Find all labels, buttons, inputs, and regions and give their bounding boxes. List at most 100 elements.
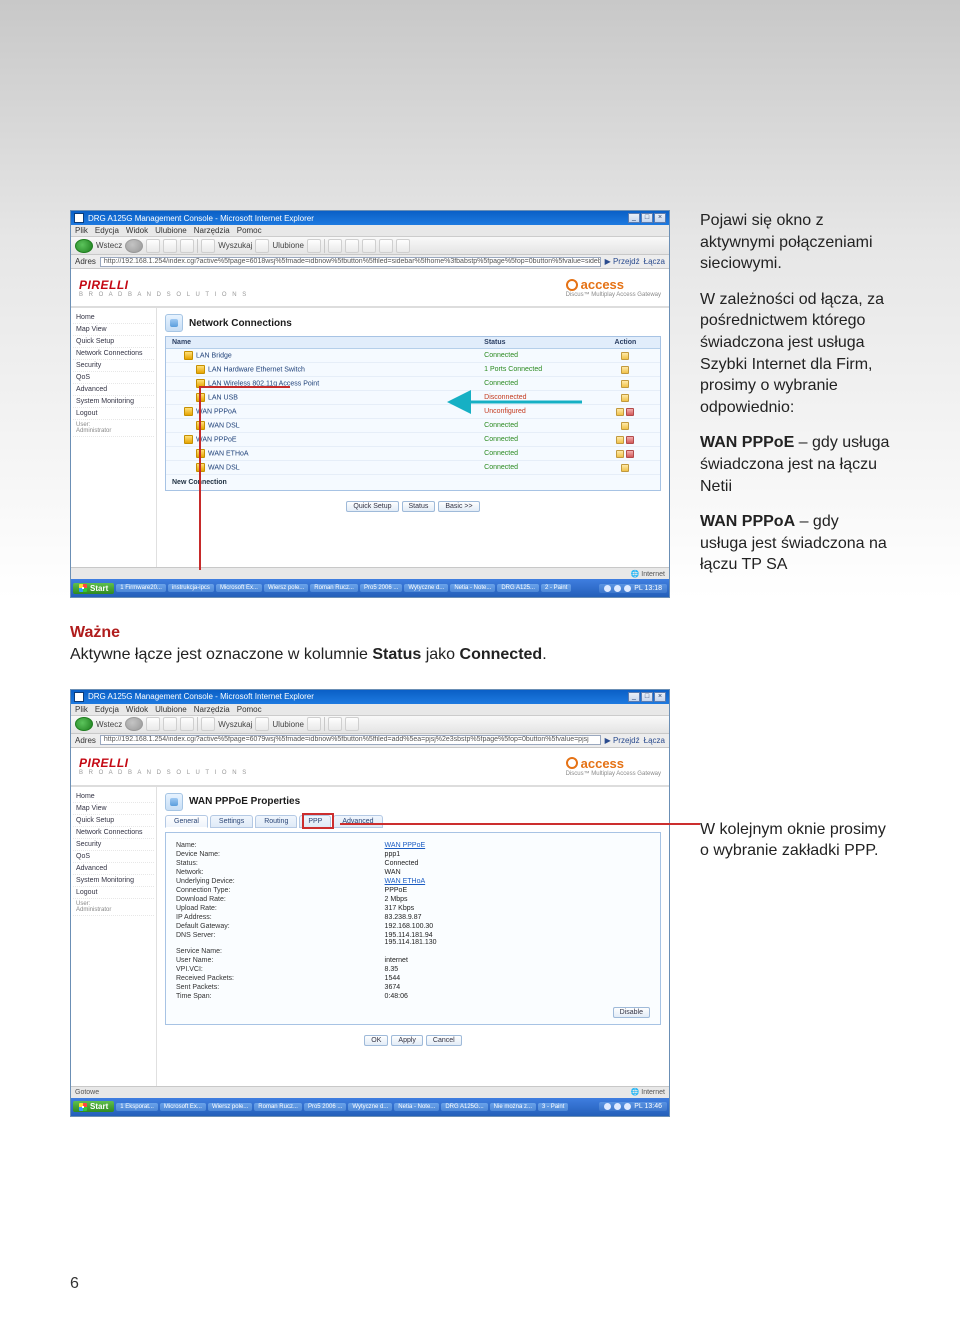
row-name[interactable]: LAN Bridge bbox=[166, 349, 482, 362]
tab-advanced[interactable]: Advanced bbox=[333, 815, 382, 828]
edit-icon[interactable] bbox=[621, 352, 629, 360]
sidebar-item-network-connections[interactable]: Network Connections bbox=[73, 827, 154, 839]
edit-icon[interactable] bbox=[621, 422, 629, 430]
maximize-button[interactable]: □ bbox=[641, 213, 653, 223]
forward-button[interactable] bbox=[125, 239, 143, 253]
table-row[interactable]: WAN PPPoEConnected bbox=[166, 433, 660, 447]
quick-setup-button[interactable]: Quick Setup bbox=[346, 501, 398, 512]
research-button[interactable] bbox=[396, 239, 410, 253]
row-name[interactable]: LAN USB bbox=[166, 391, 482, 404]
menu-favorites[interactable]: Ulubione bbox=[155, 226, 187, 235]
sidebar-item-qos[interactable]: QoS bbox=[73, 372, 154, 384]
start-button[interactable]: Start bbox=[73, 583, 114, 594]
tab-routing[interactable]: Routing bbox=[255, 815, 297, 828]
edit-icon[interactable] bbox=[616, 436, 624, 444]
menu-view[interactable]: Widok bbox=[126, 705, 148, 714]
sidebar-item-network-connections[interactable]: Network Connections bbox=[73, 348, 154, 360]
property-value[interactable]: WAN PPPoE bbox=[385, 842, 650, 849]
delete-icon[interactable] bbox=[626, 436, 634, 444]
back-button[interactable] bbox=[75, 239, 93, 253]
sidebar-item-quick-setup[interactable]: Quick Setup bbox=[73, 336, 154, 348]
sidebar-item-logout[interactable]: Logout bbox=[73, 887, 154, 899]
delete-icon[interactable] bbox=[626, 450, 634, 458]
sidebar-item-map-view[interactable]: Map View bbox=[73, 324, 154, 336]
taskbar-item[interactable]: instrukcja-ipcs bbox=[168, 584, 214, 592]
refresh-button[interactable] bbox=[163, 717, 177, 731]
mail-button[interactable] bbox=[328, 717, 342, 731]
row-name[interactable]: WAN DSL bbox=[166, 461, 482, 474]
favorites-icon[interactable] bbox=[255, 239, 269, 253]
row-name[interactable]: WAN PPPoE bbox=[166, 433, 482, 446]
taskbar-item[interactable]: 3 - Paint bbox=[538, 1103, 568, 1111]
row-name[interactable]: WAN DSL bbox=[166, 419, 482, 432]
close-button[interactable]: × bbox=[654, 213, 666, 223]
print-button[interactable] bbox=[345, 239, 359, 253]
taskbar-item[interactable]: 2 - Paint bbox=[541, 584, 571, 592]
sidebar-item-map-view[interactable]: Map View bbox=[73, 803, 154, 815]
go-button[interactable]: ▶ Przejdź bbox=[605, 736, 640, 745]
taskbar-item[interactable]: Microsoft Ex... bbox=[216, 584, 262, 592]
table-row[interactable]: WAN PPPoAUnconfigured bbox=[166, 405, 660, 419]
property-value[interactable]: WAN ETHoA bbox=[385, 878, 650, 885]
sidebar-item-home[interactable]: Home bbox=[73, 791, 154, 803]
menu-view[interactable]: Widok bbox=[126, 226, 148, 235]
minimize-button[interactable]: _ bbox=[628, 213, 640, 223]
edit-icon[interactable] bbox=[621, 464, 629, 472]
table-row[interactable]: LAN USBDisconnected bbox=[166, 391, 660, 405]
taskbar-item[interactable]: Roman Rucz... bbox=[254, 1103, 302, 1111]
row-name[interactable]: LAN Hardware Ethernet Switch bbox=[166, 363, 482, 376]
search-icon[interactable] bbox=[201, 717, 215, 731]
taskbar-item[interactable]: Pro5 2006 ... bbox=[360, 584, 402, 592]
sidebar-item-security[interactable]: Security bbox=[73, 839, 154, 851]
menu-edit[interactable]: Edycja bbox=[95, 705, 119, 714]
disable-button[interactable]: Disable bbox=[613, 1007, 650, 1018]
row-name[interactable]: WAN PPPoA bbox=[166, 405, 482, 418]
history-button[interactable] bbox=[307, 717, 321, 731]
back-button[interactable] bbox=[75, 717, 93, 731]
favorites-icon[interactable] bbox=[255, 717, 269, 731]
apply-button[interactable]: Apply bbox=[391, 1035, 423, 1046]
table-row[interactable]: WAN ETHoAConnected bbox=[166, 447, 660, 461]
new-connection-link[interactable]: New Connection bbox=[166, 475, 660, 490]
menu-help[interactable]: Pomoc bbox=[237, 226, 262, 235]
menu-tools[interactable]: Narzędzia bbox=[194, 226, 230, 235]
taskbar-item[interactable]: Roman Rucz... bbox=[310, 584, 358, 592]
taskbar-item[interactable]: Netia - Note... bbox=[450, 584, 495, 592]
taskbar-item[interactable]: Pro5 2006 ... bbox=[304, 1103, 346, 1111]
edit-button[interactable] bbox=[362, 239, 376, 253]
taskbar-item[interactable]: Wiersz pole... bbox=[208, 1103, 252, 1111]
menu-file[interactable]: Plik bbox=[75, 226, 88, 235]
table-row[interactable]: LAN Hardware Ethernet Switch1 Ports Conn… bbox=[166, 363, 660, 377]
sidebar-item-quick-setup[interactable]: Quick Setup bbox=[73, 815, 154, 827]
sidebar-item-logout[interactable]: Logout bbox=[73, 408, 154, 420]
history-button[interactable] bbox=[307, 239, 321, 253]
taskbar-item[interactable]: DRG A125... bbox=[497, 584, 539, 592]
address-input[interactable]: http://192.168.1.254/index.cgi?active%5f… bbox=[100, 735, 601, 745]
discuss-button[interactable] bbox=[379, 239, 393, 253]
stop-button[interactable] bbox=[146, 239, 160, 253]
home-button[interactable] bbox=[180, 239, 194, 253]
ok-button[interactable]: OK bbox=[364, 1035, 388, 1046]
tab-general[interactable]: General bbox=[165, 815, 208, 828]
sidebar-item-home[interactable]: Home bbox=[73, 312, 154, 324]
edit-icon[interactable] bbox=[621, 366, 629, 374]
menu-edit[interactable]: Edycja bbox=[95, 226, 119, 235]
sidebar-item-security[interactable]: Security bbox=[73, 360, 154, 372]
taskbar-item[interactable]: Microsoft Ex... bbox=[160, 1103, 206, 1111]
cancel-button[interactable]: Cancel bbox=[426, 1035, 462, 1046]
taskbar-item[interactable]: Wytyczne d... bbox=[404, 584, 448, 592]
taskbar-item[interactable]: 1 Eksporat... bbox=[116, 1103, 158, 1111]
sidebar-item-advanced[interactable]: Advanced bbox=[73, 863, 154, 875]
status-button[interactable]: Status bbox=[402, 501, 436, 512]
table-row[interactable]: WAN DSLConnected bbox=[166, 461, 660, 475]
go-button[interactable]: ▶ Przejdź bbox=[605, 257, 640, 266]
taskbar-item[interactable]: Wytyczne d... bbox=[348, 1103, 392, 1111]
table-row[interactable]: LAN BridgeConnected bbox=[166, 349, 660, 363]
edit-icon[interactable] bbox=[621, 394, 629, 402]
minimize-button[interactable]: _ bbox=[628, 692, 640, 702]
edit-icon[interactable] bbox=[616, 450, 624, 458]
menu-favorites[interactable]: Ulubione bbox=[155, 705, 187, 714]
refresh-button[interactable] bbox=[163, 239, 177, 253]
print-button[interactable] bbox=[345, 717, 359, 731]
maximize-button[interactable]: □ bbox=[641, 692, 653, 702]
